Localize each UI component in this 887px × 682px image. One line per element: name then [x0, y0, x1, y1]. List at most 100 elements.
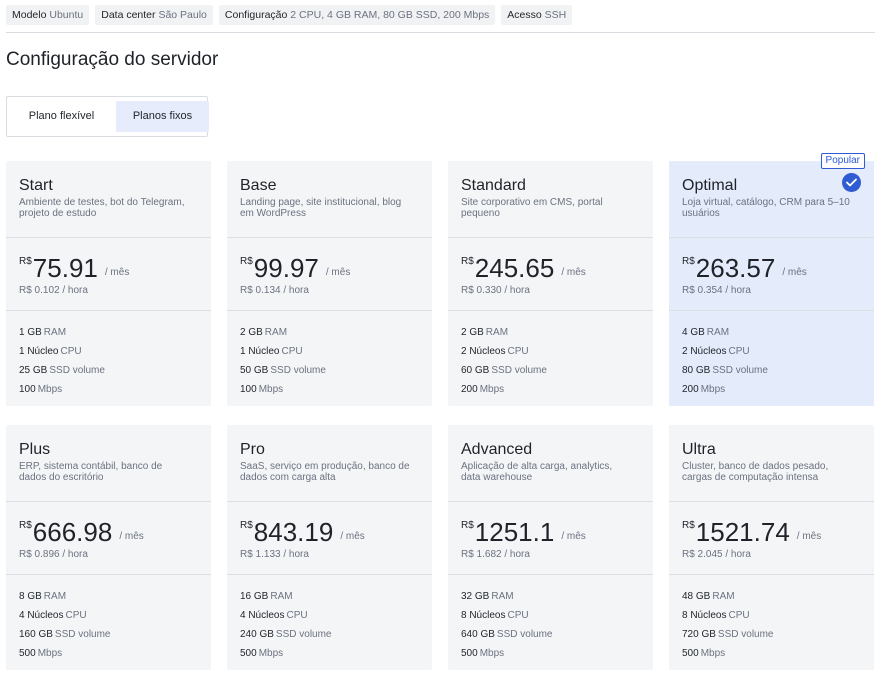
plan-card-start[interactable]: Start Ambiente de testes, bot do Telegra…: [6, 161, 211, 406]
plan-spec: 1 Núcleo CPU: [19, 342, 198, 361]
plan-card-advanced[interactable]: Advanced Aplicação de alta carga, analyt…: [448, 425, 653, 670]
plan-pricing: R$ 99.97 / mês R$ 0.134 / hora: [227, 238, 432, 311]
per-month-label: / mês: [340, 531, 365, 542]
spec-value: 640 GB: [461, 629, 495, 640]
plan-spec: 160 GB SSD volume: [19, 625, 198, 644]
spec-value: 100: [240, 384, 257, 395]
plan-spec: 500 Mbps: [240, 644, 419, 663]
price-row: R$ 75.91 / mês: [19, 253, 198, 283]
spec-value: 2 Núcleos: [682, 346, 727, 357]
spec-unit: Mbps: [258, 384, 284, 395]
spec-unit: Mbps: [700, 384, 726, 395]
price-row: R$ 1251.1 / mês: [461, 517, 640, 547]
spec-value: 50 GB: [240, 365, 269, 376]
hourly-price: R$ 0.354 / hora: [682, 285, 751, 296]
plan-name: Plus: [19, 441, 51, 458]
spec-unit: SSD volume: [712, 365, 768, 376]
plan-header: Plus ERP, sistema contábil, banco de dad…: [6, 425, 211, 502]
spec-value: 500: [682, 648, 699, 659]
plan-card-optimal[interactable]: Popular Optimal Loja virtual, catálogo, …: [669, 153, 874, 406]
spec-value: 4 Núcleos: [240, 610, 285, 621]
plan-description: Loja virtual, catálogo, CRM para 5–10 us…: [682, 197, 850, 219]
spec-unit: Mbps: [37, 384, 63, 395]
spec-value: 240 GB: [240, 629, 274, 640]
plan-spec: 4 Núcleos CPU: [240, 606, 419, 625]
spec-value: 160 GB: [19, 629, 53, 640]
plan-spec: 2 GB RAM: [461, 323, 640, 342]
spec-value: 80 GB: [682, 365, 711, 376]
plan-description: ERP, sistema contábil, banco de dados do…: [19, 461, 163, 483]
plan-specs: 2 GB RAM 1 Núcleo CPU 50 GB SSD volume 100 Mbps: [227, 311, 432, 399]
plan-pricing: R$ 1251.1 / mês R$ 1.682 / hora: [448, 502, 653, 575]
plan-card-base[interactable]: Base Landing page, site institucional, b…: [227, 161, 432, 406]
config-summary-chips: Modelo Ubuntu Data center São Paulo Conf…: [6, 5, 573, 25]
plan-specs: 48 GB RAM 8 Núcleos CPU 720 GB SSD volume 500 M…: [669, 575, 874, 663]
currency-symbol: R$: [240, 520, 253, 531]
plan-card-pro[interactable]: Pro SaaS, serviço em produção, banco de …: [227, 425, 432, 670]
hourly-price: R$ 0.330 / hora: [461, 285, 530, 296]
plan-specs: 1 GB RAM 1 Núcleo CPU 25 GB SSD volume 100 Mbps: [6, 311, 211, 399]
plan-pricing: R$ 245.65 / mês R$ 0.330 / hora: [448, 238, 653, 311]
hourly-price: R$ 0.134 / hora: [240, 285, 309, 296]
spec-unit: RAM: [43, 591, 67, 602]
per-month-label: / mês: [782, 267, 807, 278]
selected-check-icon: [842, 173, 861, 192]
monthly-price: 75.91: [32, 253, 98, 283]
plan-name: Pro: [240, 441, 265, 458]
plan-spec: 8 Núcleos CPU: [682, 606, 861, 625]
tab-flexible-plan[interactable]: Plano flexível: [11, 101, 112, 132]
plan-specs: 2 GB RAM 2 Núcleos CPU 60 GB SSD volume 200 Mbp…: [448, 311, 653, 399]
plan-spec: 1 GB RAM: [19, 323, 198, 342]
plan-card-ultra[interactable]: Ultra Cluster, banco de dados pesado, ca…: [669, 425, 874, 670]
hourly-price: R$ 1.682 / hora: [461, 549, 530, 560]
chip-configuration: Configuração 2 CPU, 4 GB RAM, 80 GB SSD,…: [218, 5, 496, 25]
plan-header: Ultra Cluster, banco de dados pesado, ca…: [669, 425, 874, 502]
spec-value: 500: [240, 648, 257, 659]
plan-name: Base: [240, 177, 277, 194]
spec-value: 500: [19, 648, 36, 659]
spec-value: 60 GB: [461, 365, 490, 376]
plan-pricing: R$ 843.19 / mês R$ 1.133 / hora: [227, 502, 432, 575]
plan-spec: 240 GB SSD volume: [240, 625, 419, 644]
monthly-price: 843.19: [253, 517, 334, 547]
plan-spec: 1 Núcleo CPU: [240, 342, 419, 361]
per-month-label: / mês: [561, 531, 586, 542]
plan-card-plus[interactable]: Plus ERP, sistema contábil, banco de dad…: [6, 425, 211, 670]
plan-card-standard[interactable]: Standard Site corporativo em CMS, portal…: [448, 161, 653, 406]
plan-spec: 100 Mbps: [240, 380, 419, 399]
plan-header: Advanced Aplicação de alta carga, analyt…: [448, 425, 653, 502]
plan-spec: 32 GB RAM: [461, 587, 640, 606]
plan-spec: 200 Mbps: [461, 380, 640, 399]
spec-value: 500: [461, 648, 478, 659]
plan-description: SaaS, serviço em produção, banco de dado…: [240, 461, 410, 483]
plan-description: Site corporativo em CMS, portal pequeno: [461, 197, 603, 219]
spec-unit: SSD volume: [496, 629, 553, 640]
plan-header: Base Landing page, site institucional, b…: [227, 161, 432, 238]
spec-unit: RAM: [712, 591, 735, 602]
spec-value: 200: [682, 384, 699, 395]
plan-spec: 2 GB RAM: [240, 323, 419, 342]
header-divider: [6, 32, 875, 33]
per-month-label: / mês: [325, 267, 351, 278]
currency-symbol: R$: [19, 520, 32, 531]
monthly-price: 99.97: [253, 253, 319, 283]
spec-unit: SSD volume: [49, 365, 105, 376]
spec-unit: RAM: [485, 327, 509, 338]
plan-type-toggle: Plano flexível Planos fixos: [6, 96, 209, 137]
popular-badge: Popular: [820, 153, 865, 169]
tab-fixed-plans[interactable]: Planos fixos: [116, 101, 209, 132]
plan-description: Aplicação de alta carga, analytics, data…: [461, 461, 613, 483]
monthly-price: 245.65: [474, 253, 555, 283]
price-row: R$ 843.19 / mês: [240, 517, 419, 547]
spec-unit: CPU: [281, 346, 303, 357]
plan-spec: 8 Núcleos CPU: [461, 606, 640, 625]
price-row: R$ 263.57 / mês: [682, 253, 861, 283]
plan-pricing: R$ 666.98 / mês R$ 0.896 / hora: [6, 502, 211, 575]
spec-value: 720 GB: [682, 629, 716, 640]
spec-unit: Mbps: [479, 648, 505, 659]
spec-value: 8 GB: [19, 591, 42, 602]
plan-grid: Start Ambiente de testes, bot do Telegra…: [6, 153, 874, 670]
plan-spec: 200 Mbps: [682, 380, 861, 399]
plan-pricing: R$ 1521.74 / mês R$ 2.045 / hora: [669, 502, 874, 575]
plan-specs: 4 GB RAM 2 Núcleos CPU 80 GB SSD volume 200 Mbp…: [669, 311, 874, 399]
